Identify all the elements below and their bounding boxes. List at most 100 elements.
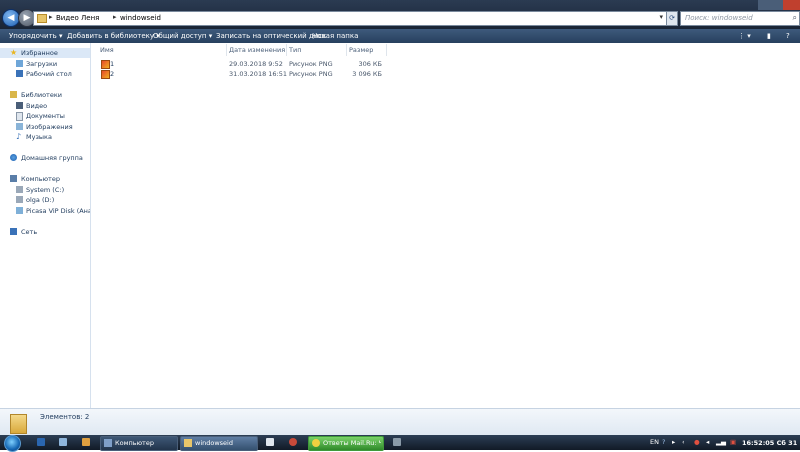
file-size: 3 096 КБ (352, 70, 382, 78)
star-icon: ★ (10, 48, 18, 57)
explorer-quick-icon[interactable] (59, 438, 67, 446)
view-options-icon[interactable]: ⋮ ▾ (738, 32, 751, 40)
column-divider[interactable] (286, 44, 287, 56)
network-signal-icon[interactable]: ▂▄ (716, 438, 726, 446)
title-bar: ◀ ▶ ▸ Видео Леня ▸ windowseid ▾ ⟳ Поиск:… (0, 0, 800, 29)
nav-homegroup[interactable]: Домашняя группа (0, 153, 90, 163)
nav-desktop[interactable]: Рабочий стол (0, 69, 90, 79)
navigation-pane: ★ Избранное Загрузки Рабочий стол Библио… (0, 43, 91, 408)
nav-computer[interactable]: Компьютер (0, 174, 90, 184)
nav-desktop-label: Рабочий стол (26, 70, 72, 78)
start-button[interactable] (4, 435, 21, 452)
show-hidden-icons[interactable]: ‹ (682, 438, 685, 446)
breadcrumb-video-lenya[interactable]: Видео Леня (56, 14, 99, 22)
nav-images-label: Изображения (26, 123, 73, 131)
organize-button[interactable]: Упорядочить ▾ (9, 32, 63, 40)
file-list: Имя Дата изменения Тип Размер 1 29.03.20… (91, 43, 800, 408)
details-pane: Элементов: 2 (0, 408, 800, 436)
share-button[interactable]: Общий доступ ▾ (153, 32, 212, 40)
close-button[interactable] (783, 0, 800, 10)
breadcrumb-separator-icon[interactable]: ▸ (113, 13, 117, 21)
nav-homegroup-label: Домашняя группа (21, 154, 83, 162)
folder-icon (37, 14, 47, 23)
refresh-button[interactable]: ⟳ (666, 11, 678, 26)
column-header-type[interactable]: Тип (289, 46, 301, 54)
column-header-name[interactable]: Имя (100, 46, 114, 54)
downloads-icon (16, 60, 23, 67)
command-bar: Упорядочить ▾ Добавить в библиотеку ▾ Об… (0, 29, 800, 43)
taskbar-mail-ru[interactable]: Ответы Mail.Ru: Что... (308, 436, 384, 451)
taskbar-computer[interactable]: Компьютер (100, 436, 178, 451)
folder-icon (184, 439, 192, 447)
column-header-size[interactable]: Размер (349, 46, 373, 54)
nav-video[interactable]: Видео (0, 101, 90, 111)
breadcrumb-windowseid[interactable]: windowseid (120, 14, 161, 22)
battery-icon[interactable]: ▣ (730, 438, 736, 446)
column-divider[interactable] (346, 44, 347, 56)
photoshop-icon[interactable] (37, 438, 45, 446)
taskbar-mail-label: Ответы Mail.Ru: Что... (323, 439, 381, 447)
nav-picasa-disk[interactable]: Picasa ViP Disk (Анапа > (0, 206, 90, 216)
maximize-button[interactable] (771, 0, 783, 10)
app-icon[interactable] (289, 438, 297, 446)
column-divider[interactable] (226, 44, 227, 56)
nav-picasa-label: Picasa ViP Disk (Анапа > (26, 207, 90, 215)
item-count: Элементов: 2 (40, 413, 90, 421)
tray-icon[interactable]: ▸ (672, 438, 675, 446)
breadcrumb-separator-icon[interactable]: ▸ (49, 13, 53, 21)
nav-music[interactable]: ♪ Музыка (0, 132, 90, 142)
address-dropdown-icon[interactable]: ▾ (659, 13, 663, 21)
address-bar[interactable]: ▸ Видео Леня ▸ windowseid ▾ (33, 11, 667, 26)
nav-libraries-label: Библиотеки (21, 91, 62, 99)
file-type: Рисунок PNG (289, 60, 333, 68)
images-icon (16, 123, 23, 130)
help-tray-icon[interactable]: ? (662, 438, 665, 446)
nav-favorites[interactable]: ★ Избранное (0, 48, 90, 58)
computer-icon (104, 439, 112, 447)
nav-drive-d-label: olga (D:) (26, 196, 55, 204)
burn-disc-button[interactable]: Записать на оптический диск (216, 32, 326, 40)
nav-video-label: Видео (26, 102, 48, 110)
nav-drive-c[interactable]: System (C:) (0, 185, 90, 195)
minimize-button[interactable] (758, 0, 771, 10)
nav-images[interactable]: Изображения (0, 122, 90, 132)
search-input[interactable]: Поиск: windowseid ⌕ (680, 11, 800, 26)
table-row[interactable]: 1 29.03.2018 9:52 Рисунок PNG 306 КБ (99, 59, 389, 69)
back-arrow-icon: ◀ (7, 13, 15, 23)
taskbar-windowseid[interactable]: windowseid (180, 436, 258, 451)
nav-network[interactable]: Сеть (0, 227, 90, 237)
preview-pane-icon[interactable]: ▮ (767, 32, 771, 40)
language-indicator[interactable]: EN (650, 438, 659, 446)
volume-icon[interactable]: ◂ (706, 438, 709, 446)
file-name: 1 (110, 60, 115, 68)
notepad-icon[interactable] (266, 438, 274, 446)
nav-documents-label: Документы (26, 112, 65, 120)
drive-icon (16, 186, 23, 193)
nav-network-label: Сеть (21, 228, 38, 236)
nav-documents[interactable]: Документы (0, 111, 90, 121)
file-date: 31.03.2018 16:51 (229, 70, 288, 78)
antivirus-icon[interactable]: ● (694, 438, 700, 446)
nav-downloads[interactable]: Загрузки (0, 59, 90, 69)
table-row[interactable]: 2 31.03.2018 16:51 Рисунок PNG 3 096 КБ (99, 69, 389, 79)
libraries-icon (10, 91, 17, 98)
browser-icon (312, 439, 320, 447)
video-icon (16, 102, 23, 109)
new-folder-button[interactable]: Новая папка (312, 32, 358, 40)
taskbar-computer-label: Компьютер (115, 439, 154, 447)
column-header-date[interactable]: Дата изменения (229, 46, 285, 54)
media-player-icon[interactable] (82, 438, 90, 446)
nav-computer-label: Компьютер (21, 175, 60, 183)
search-icon[interactable]: ⌕ (793, 13, 797, 23)
clock[interactable]: 16:52:05 Сб 31 (742, 439, 797, 447)
app-icon[interactable] (393, 438, 401, 446)
nav-drive-c-label: System (C:) (26, 186, 65, 194)
add-to-library-button[interactable]: Добавить в библиотеку ▾ (67, 32, 160, 40)
removable-drive-icon (16, 207, 23, 214)
nav-drive-d[interactable]: olga (D:) (0, 195, 90, 205)
column-divider[interactable] (386, 44, 387, 56)
desktop-icon (16, 70, 23, 77)
homegroup-icon (10, 154, 17, 161)
help-icon[interactable]: ? (786, 32, 790, 40)
nav-libraries[interactable]: Библиотеки (0, 90, 90, 100)
